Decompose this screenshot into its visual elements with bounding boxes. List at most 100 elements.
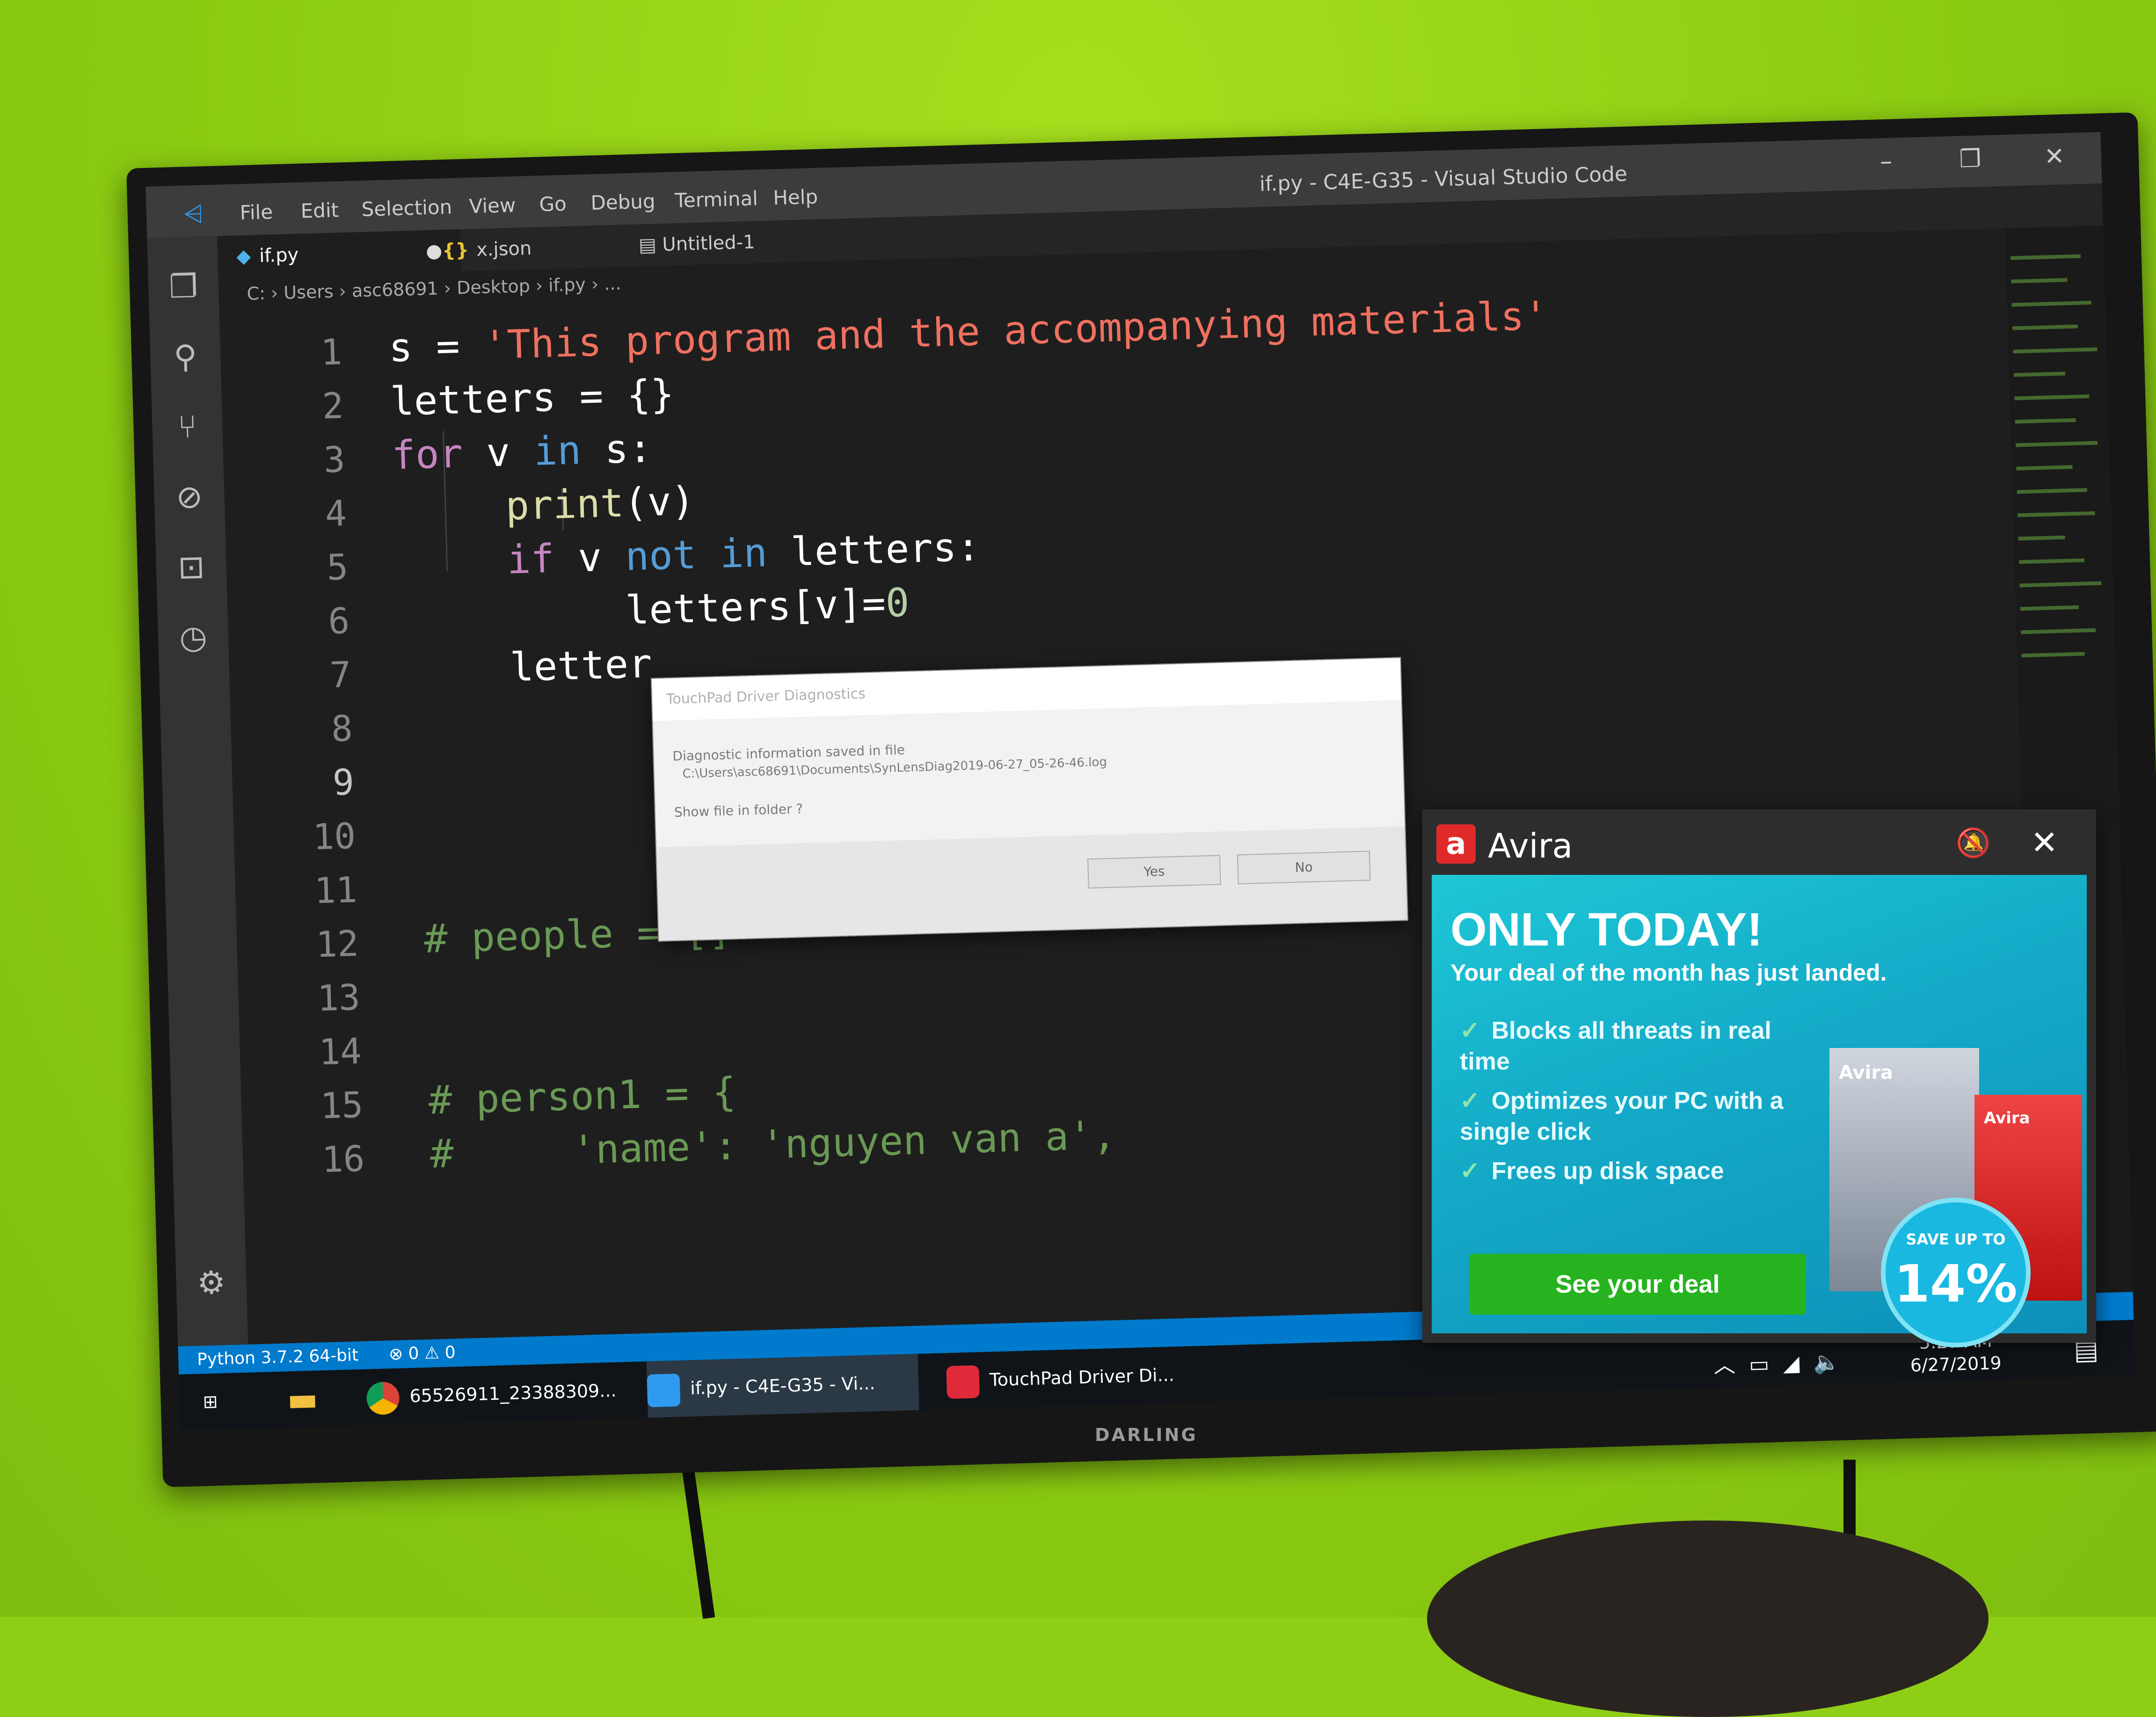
clock-date[interactable]: 6/27/2019 bbox=[1910, 1353, 2002, 1375]
avira-logo-icon: a bbox=[1436, 824, 1476, 864]
minimize-button[interactable]: – bbox=[1857, 142, 1915, 181]
minimap-line bbox=[2012, 324, 2078, 330]
file-icon: ▤ bbox=[638, 234, 663, 256]
menu-terminal[interactable]: Terminal bbox=[675, 187, 758, 212]
code-line-6: letters[v]=0 bbox=[625, 579, 910, 633]
python-file-icon: ◆ bbox=[236, 245, 251, 268]
taskbar-touchpad[interactable]: TouchPad Driver Di... bbox=[946, 1345, 1246, 1409]
tab-untitled[interactable]: ▤ Untitled-1 bbox=[619, 218, 854, 267]
ad-subline: Your deal of the month has just landed. bbox=[1450, 960, 1887, 986]
tab-label: Untitled-1 bbox=[662, 231, 756, 256]
line-number: 6 bbox=[328, 600, 350, 642]
gear-icon[interactable]: ⚙ bbox=[194, 1264, 229, 1302]
taskbar-label: TouchPad Driver Di... bbox=[989, 1364, 1175, 1390]
window-title: if.py - C4E-G35 - Visual Studio Code bbox=[1259, 162, 1628, 196]
code-line-4: print(v) bbox=[505, 478, 696, 529]
touchpad-diagnostics-dialog: TouchPad Driver Diagnostics Diagnostic i… bbox=[650, 657, 1408, 942]
taskbar-label: if.py - C4E-G35 - Vi... bbox=[690, 1373, 875, 1399]
menu-view[interactable]: View bbox=[469, 194, 516, 218]
product-box-label: Avira bbox=[1839, 1062, 1894, 1084]
line-number: 4 bbox=[324, 492, 347, 535]
minimap-line bbox=[2018, 535, 2065, 541]
python-interpreter-status[interactable]: Python 3.7.2 64-bit bbox=[197, 1341, 359, 1374]
mute-notifications-icon[interactable]: 🔕 bbox=[1956, 826, 1991, 859]
problems-status[interactable]: ⊗ 0 ⚠ 0 bbox=[388, 1339, 456, 1368]
menu-debug[interactable]: Debug bbox=[590, 189, 656, 214]
no-button[interactable]: No bbox=[1237, 851, 1371, 885]
code-line-1: s = 'This program and the accompanying m… bbox=[388, 292, 1549, 371]
line-number: 16 bbox=[321, 1137, 365, 1181]
close-icon[interactable]: ✕ bbox=[2031, 823, 2058, 862]
minimap-line bbox=[2021, 628, 2096, 634]
debug-icon[interactable]: ⊘ bbox=[172, 479, 207, 517]
yes-button[interactable]: Yes bbox=[1087, 855, 1221, 889]
minimap-line bbox=[2016, 465, 2073, 471]
minimap-line bbox=[2021, 652, 2085, 658]
taskbar-label: 65526911_23388309... bbox=[409, 1380, 617, 1407]
search-icon[interactable]: ⚲ bbox=[168, 338, 203, 376]
tray-icons[interactable]: ︿ ▭ ◢ 🔈 bbox=[1713, 1345, 1841, 1380]
menu-edit[interactable]: Edit bbox=[300, 198, 339, 222]
ad-bullet: ✓ Frees up disk space bbox=[1460, 1157, 1724, 1185]
line-number: 1 bbox=[320, 331, 343, 373]
menu-selection[interactable]: Selection bbox=[361, 196, 452, 221]
maximize-button[interactable]: ❐ bbox=[1942, 139, 1999, 178]
see-your-deal-button[interactable]: See your deal bbox=[1469, 1254, 1806, 1315]
ad-bullet: ✓ Optimizes your PC with a single click bbox=[1460, 1087, 1784, 1145]
extensions-icon[interactable]: ⊡ bbox=[174, 549, 209, 587]
taskbar-chrome[interactable]: 65526911_23388309... bbox=[366, 1362, 629, 1426]
close-window-button[interactable]: ✕ bbox=[2026, 137, 2083, 176]
minimap-line bbox=[2013, 371, 2065, 377]
line-number: 11 bbox=[313, 868, 358, 912]
minimap-line bbox=[2018, 558, 2085, 564]
taskbar-vscode[interactable]: if.py - C4E-G35 - Vi... bbox=[646, 1353, 919, 1420]
product-box-label: Avira bbox=[1984, 1109, 2030, 1128]
avira-ad-body[interactable]: ONLY TODAY! Your deal of the month has j… bbox=[1432, 875, 2087, 1347]
source-control-icon[interactable]: ⑂ bbox=[169, 408, 205, 446]
ad-headline: ONLY TODAY! bbox=[1450, 903, 1763, 956]
code-line-16: # 'name': 'nguyen van a', bbox=[429, 1112, 1117, 1177]
avira-header: a Avira 🔕 ✕ bbox=[1422, 809, 2096, 875]
avira-brand: Avira bbox=[1488, 826, 1573, 866]
line-number: 5 bbox=[326, 546, 349, 589]
line-number: 2 bbox=[321, 385, 344, 427]
minimap-line bbox=[2011, 300, 2091, 307]
discount-badge: SAVE UP TO 14% bbox=[1881, 1198, 2031, 1347]
code-line-3: for v in s: bbox=[391, 425, 653, 479]
tab-label: x.json bbox=[476, 237, 532, 261]
minimap-line bbox=[2013, 347, 2098, 354]
menu-go[interactable]: Go bbox=[539, 192, 567, 216]
json-file-icon: {} bbox=[442, 239, 469, 262]
check-icon: ✓ bbox=[1460, 1087, 1480, 1114]
line-number: 12 bbox=[315, 922, 359, 966]
windows-start-icon[interactable]: ⊞ bbox=[202, 1373, 246, 1430]
remote-icon[interactable]: ◷ bbox=[175, 619, 211, 657]
explorer-icon[interactable]: ❐ bbox=[166, 268, 201, 306]
minimap-line bbox=[2020, 605, 2079, 611]
code-token: s = bbox=[388, 322, 484, 371]
code-line-2: letters = {} bbox=[389, 371, 675, 425]
check-icon: ✓ bbox=[1460, 1157, 1480, 1185]
badge-percent: 14% bbox=[1894, 1254, 2018, 1314]
avira-popup: a Avira 🔕 ✕ ONLY TODAY! Your deal of the… bbox=[1422, 809, 2096, 1347]
minimap-line bbox=[2010, 254, 2081, 260]
line-number: 9 bbox=[332, 761, 355, 804]
menu-file[interactable]: File bbox=[240, 200, 273, 224]
vscode-icon bbox=[647, 1373, 681, 1407]
minimap-line bbox=[2014, 394, 2090, 400]
tab-label: if.py bbox=[259, 244, 299, 267]
minimap-line bbox=[2018, 511, 2095, 517]
touchpad-app-icon bbox=[946, 1365, 980, 1399]
line-number: 10 bbox=[312, 815, 357, 858]
dialog-footer: Yes No bbox=[656, 826, 1407, 941]
viewer-head bbox=[1427, 1521, 1988, 1717]
code-line-15: # person1 = { bbox=[428, 1069, 737, 1123]
chrome-icon bbox=[366, 1381, 400, 1415]
tv-brand-label: DARLING bbox=[1095, 1425, 1198, 1445]
line-number: 3 bbox=[323, 438, 346, 481]
ad-bullet: ✓ Blocks all threats in real time bbox=[1460, 1017, 1771, 1075]
vscode-logo-icon: ⩤ bbox=[183, 200, 204, 229]
menu-help[interactable]: Help bbox=[773, 185, 818, 210]
file-explorer-icon[interactable]: ▬ bbox=[286, 1370, 335, 1428]
line-number: 15 bbox=[320, 1084, 364, 1127]
